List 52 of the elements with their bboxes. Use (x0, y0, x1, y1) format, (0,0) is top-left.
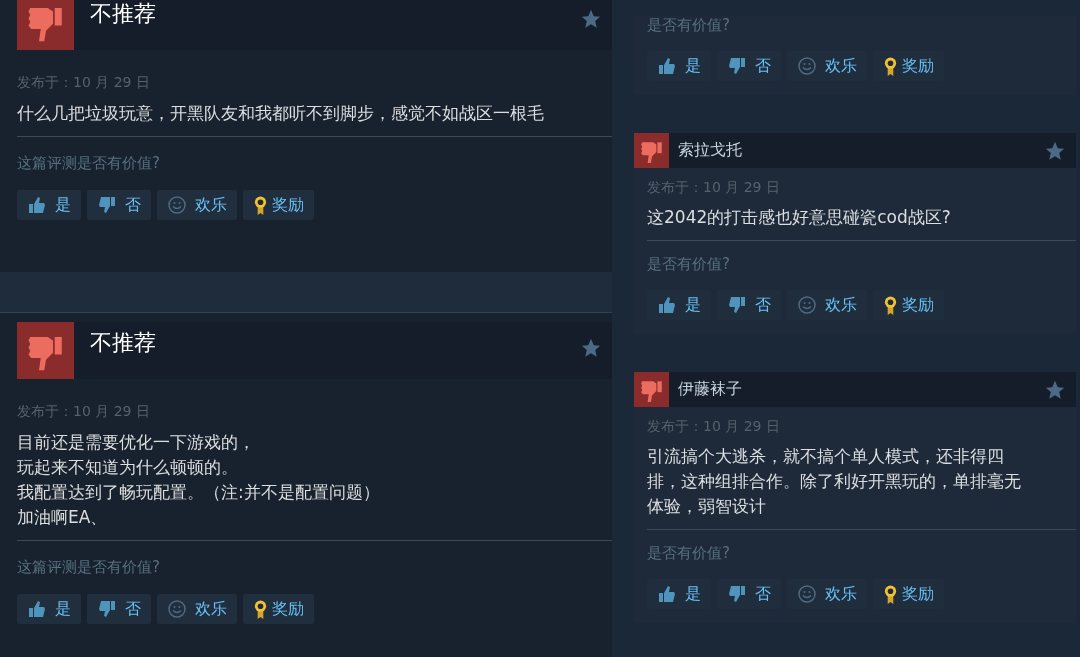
review-text: 玩起来不知道为什么顿顿的。 (17, 457, 238, 477)
smiley-icon (167, 599, 187, 619)
review-verdict: 不推荐 (90, 0, 156, 28)
review-text: 目前还是需要优化一下游戏的， (17, 432, 255, 452)
thumbs-down-icon (17, 0, 74, 50)
star-icon[interactable] (580, 337, 602, 359)
review-text: 体验，弱智设计 (647, 496, 766, 516)
thumbs-down-icon (97, 599, 117, 619)
thumbs-down-icon (727, 56, 747, 76)
review-text: 什么几把垃圾玩意，开黑队友和我都听不到脚步，感觉不如战区一根毛 (17, 103, 544, 123)
review-text: 加油啊EA、 (17, 507, 108, 527)
reviewer-name[interactable]: 索拉戈托 (678, 140, 742, 161)
vote-button[interactable]: 欢乐 (157, 190, 237, 220)
vote-button[interactable]: 是 (17, 190, 81, 220)
thumbs-up-icon (657, 295, 677, 315)
thumbs-down-icon (17, 322, 74, 379)
review-text: 排，这种组排合作。除了利好开黑玩的，单排毫无 (647, 471, 1021, 491)
review-text: 引流搞个大逃杀，就不搞个单人模式，还非得四 (647, 446, 1004, 466)
thumbs-up-icon (27, 599, 47, 619)
thumbs-up-icon (657, 584, 677, 604)
review-verdict: 不推荐 (90, 329, 156, 357)
helpful-prompt: 这篇评测是否有价值? (17, 154, 160, 172)
star-icon[interactable] (580, 8, 602, 30)
helpful-prompt: 是否有价值? (647, 16, 730, 34)
vote-button[interactable]: 欢乐 (157, 594, 237, 624)
reviewer-name[interactable]: 伊藤袜子 (678, 379, 742, 400)
vote-button[interactable]: 否 (87, 594, 151, 624)
thumbs-down-icon (634, 133, 669, 168)
vote-button[interactable]: 否 (87, 190, 151, 220)
thumbs-down-icon (634, 372, 669, 407)
vote-button[interactable]: 是 (17, 594, 81, 624)
review-text: 我配置达到了畅玩配置。（注:并不是配置问题） (17, 482, 380, 502)
award-icon (883, 583, 898, 605)
thumbs-up-icon (657, 56, 677, 76)
vote-button[interactable]: 奖励 (243, 594, 314, 624)
thumbs-up-icon (27, 195, 47, 215)
helpful-prompt: 是否有价值? (647, 544, 730, 562)
award-icon (253, 194, 268, 216)
thumbs-down-icon (727, 295, 747, 315)
thumbs-down-icon (97, 195, 117, 215)
thumbs-down-icon (727, 584, 747, 604)
helpful-prompt: 这篇评测是否有价值? (17, 558, 160, 576)
smiley-icon (797, 295, 817, 315)
award-icon (883, 55, 898, 77)
helpful-prompt: 是否有价值? (647, 255, 730, 273)
award-icon (253, 598, 268, 620)
award-icon (883, 294, 898, 316)
smiley-icon (167, 195, 187, 215)
review-text: 这2042的打击感也好意思碰瓷cod战区? (647, 207, 951, 227)
smiley-icon (797, 584, 817, 604)
smiley-icon (797, 56, 817, 76)
vote-button[interactable]: 奖励 (243, 190, 314, 220)
